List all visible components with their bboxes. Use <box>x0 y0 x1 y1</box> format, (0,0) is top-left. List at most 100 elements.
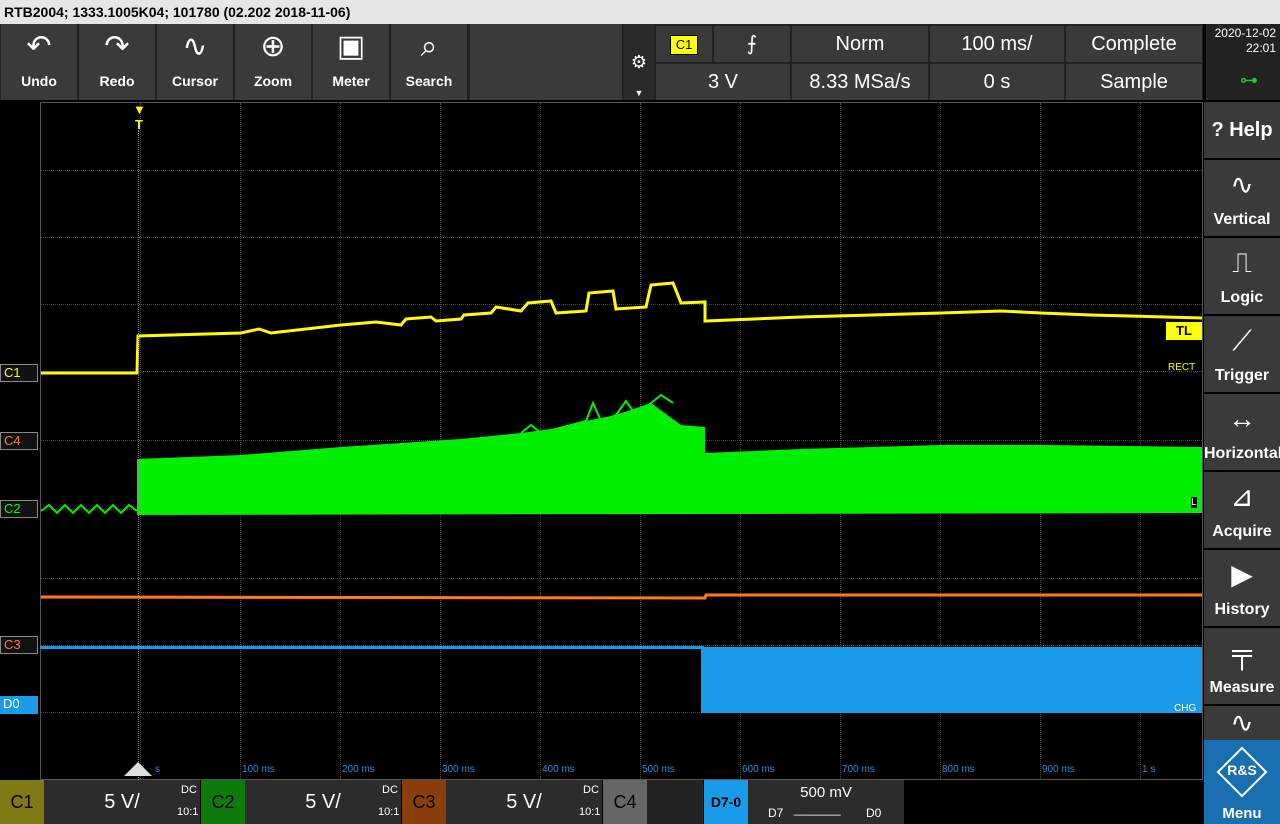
c4-channel-box[interactable]: C4 <box>603 780 703 824</box>
redo-label: Redo <box>99 73 135 89</box>
c1-trace <box>41 281 1202 375</box>
acquire-label: Acquire <box>1212 523 1272 540</box>
cursor-button[interactable]: ∿ Cursor <box>157 24 233 100</box>
vertical-label: Vertical <box>1213 211 1271 228</box>
trigger-button[interactable]: ⟋ Trigger <box>1204 316 1280 392</box>
c3-scale: 5 V/ <box>506 791 542 813</box>
acquisition-mode[interactable]: Sample <box>1066 64 1202 100</box>
time-label: 1 s <box>1142 764 1156 775</box>
measure-label: Measure <box>1209 679 1275 696</box>
help-label: Help <box>1229 119 1273 141</box>
trigger-slope[interactable]: ⨍ <box>714 26 790 62</box>
redo-icon: ↷ <box>104 30 130 63</box>
c2-offset-marker[interactable]: C2 <box>0 500 38 518</box>
acquire-icon: ⊿ <box>1230 481 1254 512</box>
menu-button[interactable]: R&S Menu <box>1204 740 1280 824</box>
logic-label: Logic <box>1220 289 1264 306</box>
history-button[interactable]: ▶ History <box>1204 550 1280 626</box>
horizontal-icon: ↔ <box>1228 403 1256 434</box>
help-button[interactable]: ? Help <box>1204 102 1280 158</box>
vertical-icon: ∿ <box>1230 169 1254 200</box>
measure-icon: ╤ <box>1232 637 1252 668</box>
logic-bit-low: D0 <box>866 806 882 820</box>
trigger-source[interactable]: C1 <box>656 26 712 62</box>
trigger-point-marker[interactable] <box>124 762 152 776</box>
history-label: History <box>1214 601 1270 618</box>
c1-channel-box[interactable]: C1 5 V/ DC 10:1 <box>0 780 200 824</box>
trigger-position-marker[interactable]: ▼ T <box>133 102 146 132</box>
chg-label: CHG <box>1174 703 1197 714</box>
time-label: 200 ms <box>342 764 375 775</box>
c3-probe-ratio: 10:1 <box>579 806 601 818</box>
c2-envelope <box>137 403 1202 515</box>
logic-bit-high: D7 <box>768 806 784 820</box>
toolbar: ↶ Undo ↷ Redo ∿ Cursor ⊕ Zoom ▣ Meter ⌕ … <box>0 24 1203 100</box>
empty-channel-area <box>905 780 1203 824</box>
c3-trace <box>41 593 1202 600</box>
rs-logo-text: R&S <box>1227 762 1257 778</box>
chevron-down-icon: ▼ <box>133 102 146 117</box>
logic-icon: ⎍ <box>1232 247 1252 278</box>
logic-button[interactable]: ⎍ Logic <box>1204 238 1280 314</box>
c1-offset-marker[interactable]: C1 <box>0 364 38 382</box>
d0-offset-marker[interactable]: D0 <box>0 696 38 714</box>
trigger-mode[interactable]: Norm <box>792 26 928 62</box>
time-label: 100 ms <box>242 764 275 775</box>
vertical-button[interactable]: ∿ Vertical <box>1204 160 1280 236</box>
trigger-level-marker[interactable]: TL <box>1166 322 1202 340</box>
horizontal-button[interactable]: ↔ Horizontal <box>1204 394 1280 470</box>
cursor-icon: ∿ <box>182 30 208 63</box>
chevron-down-icon: ▼ <box>634 88 644 98</box>
horizontal-position[interactable]: 0 s <box>930 64 1064 100</box>
help-icon: ? <box>1211 119 1224 141</box>
redo-button[interactable]: ↷ Redo <box>79 24 155 100</box>
cursor-label: Cursor <box>172 73 218 89</box>
trigger-icon: ⟋ <box>1232 325 1252 356</box>
waveform-button[interactable]: ∿ <box>1204 706 1280 740</box>
zoom-label: Zoom <box>253 73 293 89</box>
time-label: s <box>155 764 160 775</box>
menu-label: Menu <box>1222 805 1262 822</box>
settings-button[interactable]: ⚙ ▼ <box>624 24 654 100</box>
network-icon: ⊶ <box>1240 70 1258 90</box>
logic-channel-box[interactable]: D7-0 500 mV D7 _______ D0 <box>704 780 904 824</box>
time: 22:01 <box>1245 41 1276 55</box>
measure-button[interactable]: ╤ Measure <box>1204 628 1280 704</box>
d0-high-trace <box>702 647 1202 713</box>
trigger-time-line <box>138 130 139 780</box>
logic-bits: _______ <box>794 802 841 816</box>
c2-pre-trigger <box>41 503 138 515</box>
acquisition-state[interactable]: Complete <box>1066 26 1202 62</box>
date: 2020-12-02 <box>1214 26 1276 40</box>
logic-tag: D7-0 <box>704 780 748 824</box>
window-title: RTB2004; 1333.1005K04; 101780 (02.202 20… <box>0 0 1280 24</box>
c2-tag: C2 <box>201 780 245 824</box>
c3-offset-marker[interactable]: C3 <box>0 636 38 654</box>
time-label: 800 ms <box>942 764 975 775</box>
c3-channel-box[interactable]: C3 5 V/ DC 10:1 <box>402 780 602 824</box>
c2-coupling: DC <box>382 784 398 796</box>
time-label: 300 ms <box>442 764 475 775</box>
c4-scale-area <box>647 780 703 824</box>
c2-channel-box[interactable]: C2 5 V/ DC 10:1 <box>201 780 401 824</box>
acquire-button[interactable]: ⊿ Acquire <box>1204 472 1280 548</box>
trigger-level[interactable]: 3 V <box>656 64 790 100</box>
l-label: L <box>1191 497 1197 508</box>
meter-button[interactable]: ▣ Meter <box>313 24 389 100</box>
undo-label: Undo <box>21 73 57 89</box>
gear-icon: ⚙ <box>630 52 648 72</box>
search-button[interactable]: ⌕ Search <box>391 24 467 100</box>
time-label: 600 ms <box>742 764 775 775</box>
logic-threshold: 500 mV <box>800 784 852 801</box>
timebase[interactable]: 100 ms/ <box>930 26 1064 62</box>
rect-label: RECT <box>1168 362 1196 373</box>
time-label: 700 ms <box>842 764 875 775</box>
meter-label: Meter <box>332 73 370 89</box>
play-icon: ▶ <box>1231 559 1253 590</box>
search-label: Search <box>405 73 453 89</box>
undo-button[interactable]: ↶ Undo <box>1 24 77 100</box>
c4-offset-marker[interactable]: C4 <box>0 432 38 450</box>
zoom-button[interactable]: ⊕ Zoom <box>235 24 311 100</box>
toolbar-empty-slot <box>470 24 622 100</box>
time-label: 500 ms <box>642 764 675 775</box>
